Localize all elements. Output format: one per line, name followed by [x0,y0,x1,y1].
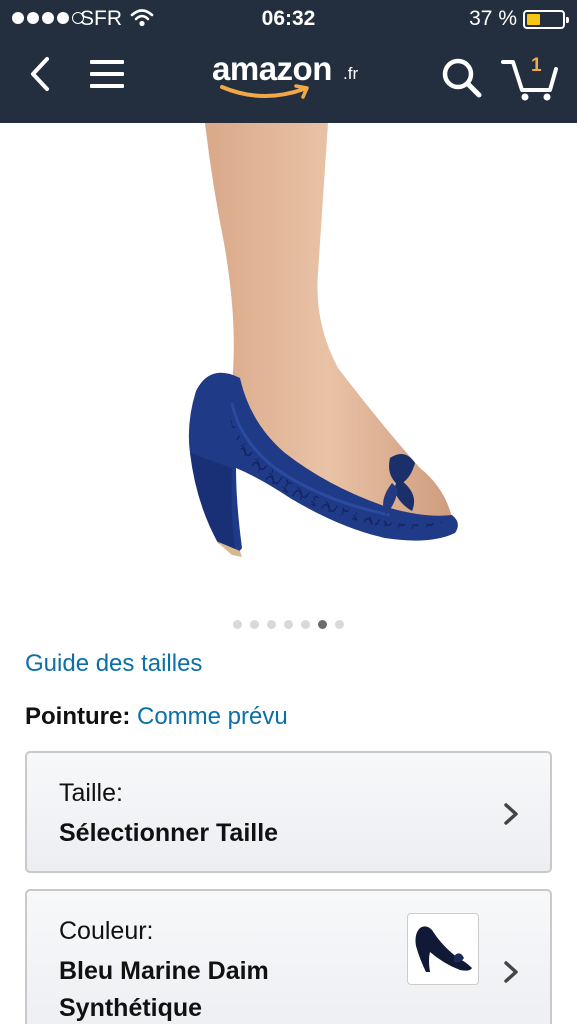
battery-icon [523,10,569,29]
color-selector-value: Bleu Marine Daim [59,957,269,985]
pointure-row: Pointure: Comme prévu [25,703,288,731]
pager-dot[interactable] [301,620,310,629]
product-image[interactable] [0,123,577,603]
pointure-value-link[interactable]: Comme prévu [137,703,288,730]
app-header: SFR 06:32 37 % amazon .fr 1 [0,0,577,123]
pager-dot[interactable] [284,620,293,629]
color-selector-label: Couleur: [59,917,154,945]
cart-button[interactable]: 1 [500,52,562,102]
back-chevron-icon [31,57,49,91]
image-pager[interactable] [0,620,577,629]
color-selector[interactable]: Couleur: Bleu Marine Daim Synthétique [25,889,552,1024]
pager-dot[interactable] [233,620,242,629]
pointure-label: Pointure: [25,703,131,730]
color-selector-value-line2: Synthétique [59,994,203,1022]
logo-domain: .fr [343,64,359,83]
nav-bar: amazon .fr 1 [0,38,577,123]
chevron-right-icon [504,961,518,983]
hamburger-menu-icon[interactable] [90,52,136,96]
color-swatch-thumbnail[interactable] [407,913,479,985]
pager-dot[interactable] [318,620,327,629]
shoe-thumbnail-icon [415,926,472,972]
logo-smile-icon [220,84,309,99]
battery-percent: 37 % [469,7,517,30]
cart-count-badge: 1 [531,55,542,76]
size-guide-link[interactable]: Guide des tailles [25,650,202,678]
back-button[interactable] [18,52,62,96]
pager-dot[interactable] [267,620,276,629]
pager-dot[interactable] [250,620,259,629]
size-selector[interactable]: Taille: Sélectionner Taille [25,751,552,873]
pager-dot[interactable] [335,620,344,629]
logo-wordmark: amazon [212,50,332,87]
search-icon[interactable] [438,54,484,100]
status-bar: SFR 06:32 37 % [0,0,577,38]
chevron-right-icon [504,803,518,825]
size-selector-label: Taille: [59,779,123,807]
amazon-logo[interactable]: amazon .fr [212,50,372,100]
size-selector-value: Sélectionner Taille [59,819,279,847]
